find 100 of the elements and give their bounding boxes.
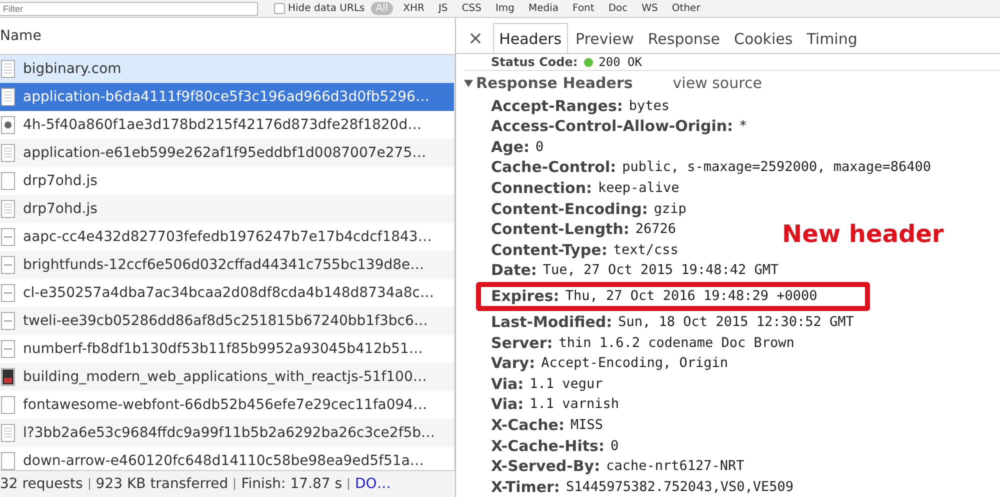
file-name: drp7ohd.js: [23, 173, 98, 189]
annotation-text: New header: [782, 220, 944, 248]
header-name: Connection:: [491, 178, 592, 197]
type-filter-button[interactable]: Font: [568, 3, 598, 14]
request-row[interactable]: drp7ohd.js: [0, 195, 454, 223]
header-value: public, s-maxage=2592000, maxage=86400: [622, 159, 931, 176]
header-value: 1.1 varnish: [530, 396, 620, 412]
header-name: Age:: [491, 138, 530, 156]
header-name: X-Served-By:: [491, 457, 600, 476]
header-value: S1445975382.752043,VS0,VE509: [566, 478, 794, 495]
request-row[interactable]: numberf-fb8df1b130df53b11f85b9952a93045b412b51…: [0, 335, 454, 363]
file-name: tweli-ee39cb05286dd86af8d5c251815b67240bb1f3bc6…: [23, 313, 428, 329]
request-row[interactable]: cl-e350257a4dba7ac34bcaa2d08df8cda4b148d8734a8c…: [0, 279, 454, 307]
file-icon: [1, 144, 15, 162]
type-filter-button[interactable]: JS: [434, 3, 452, 14]
tab[interactable]: Preview: [570, 23, 640, 54]
header-value: cache-nrt6127-NRT: [606, 458, 744, 474]
filter-field[interactable]: Filter: [0, 2, 258, 16]
file-icon: [1, 60, 15, 78]
file-name: bigbinary.com: [23, 61, 122, 77]
request-row[interactable]: fontawesome-webfont-66db52b456efe7e29cec11fa094…: [0, 391, 454, 419]
file-name: drp7ohd.js: [23, 201, 98, 217]
header-value: 26726: [635, 221, 676, 238]
view-source-link[interactable]: view source: [672, 74, 762, 92]
file-icon: [1, 88, 15, 106]
image-file-icon: [1, 368, 15, 386]
header-name: X-Cache-Hits:: [491, 436, 604, 455]
header-value: gzip: [654, 200, 686, 217]
header-name: Cache-Control:: [491, 158, 616, 176]
header-value: text/css: [613, 242, 678, 258]
type-filter-button[interactable]: Other: [668, 3, 704, 14]
header-name: Access-Control-Allow-Origin:: [491, 117, 734, 136]
tab[interactable]: Response: [642, 23, 726, 54]
type-filter-button[interactable]: CSS: [458, 3, 486, 14]
request-row[interactable]: application-b6da4111f9f80ce5f3c196ad966d3d0fb5296…: [0, 83, 454, 111]
tab[interactable]: Cookies: [728, 23, 799, 54]
request-row[interactable]: application-e61eb599e262af1f95eddbf1d0087007e275…: [0, 139, 454, 167]
request-row[interactable]: l?3bb2a6e53c9684ffdc9a99f11b5b2a6292ba26c3ce2f5b…: [0, 419, 454, 447]
header-value: *: [739, 118, 748, 134]
request-row[interactable]: building_modern_web_applications_with_reactjs-51f100…: [0, 363, 454, 391]
summary-text: Finish: 17.87 s: [241, 476, 342, 492]
request-row[interactable]: brightfunds-12ccf6e506d032cffad44341c755bc139d8e…: [0, 251, 454, 279]
header-value: Sun, 18 Oct 2015 12:30:52 GMT: [618, 314, 854, 330]
header-value: Accept-Encoding, Origin: [541, 355, 728, 372]
summary-link[interactable]: DO…: [355, 476, 391, 492]
header-name: Last-Modified:: [491, 312, 612, 331]
header-name: X-Timer:: [491, 478, 560, 496]
file-name: cl-e350257a4dba7ac34bcaa2d08df8cda4b148d8734a8c…: [23, 285, 434, 301]
file-name: down-arrow-e460120fc648d14110c58be98ea9ed5f51a…: [23, 453, 424, 469]
header-value: 200 OK: [598, 55, 642, 70]
section-title[interactable]: Response Headers: [476, 74, 633, 92]
header-name: Server:: [491, 334, 553, 352]
header-name: Vary:: [491, 354, 536, 372]
file-name: brightfunds-12ccf6e506d032cffad44341c755bc139d8e…: [23, 257, 424, 273]
file-name: numberf-fb8df1b130df53b11f85b9952a93045b412b51…: [23, 341, 423, 357]
type-filter-button[interactable]: WS: [638, 3, 662, 14]
header-name: X-Cache:: [491, 416, 564, 434]
header-value: thin 1.6.2 codename Doc Brown: [558, 334, 794, 351]
file-name: 4h-5f40a860f1ae3d178bd215f42176d873dfe28f1820d…: [23, 117, 422, 133]
header-name: Date:: [491, 261, 537, 280]
header-value: keep-alive: [598, 180, 680, 196]
file-icon: [1, 200, 15, 218]
disclosure-triangle-icon[interactable]: [464, 78, 473, 88]
header-name: Content-Length:: [491, 220, 630, 238]
file-name: application-e61eb599e262af1f95eddbf1d0087007e275…: [23, 145, 426, 161]
tab[interactable]: Timing: [800, 23, 864, 54]
request-row[interactable]: drp7ohd.js: [0, 167, 454, 195]
header-name: Accept-Ranges:: [491, 96, 623, 115]
header-value: 0: [536, 138, 544, 155]
header-name: Via:: [491, 395, 524, 414]
type-filter-button[interactable]: Doc: [604, 3, 632, 14]
header-value: MISS: [570, 416, 603, 433]
file-name: fontawesome-webfont-66db52b456efe7e29cec11fa094…: [23, 397, 428, 413]
header-value: 1.1 vegur: [530, 376, 603, 392]
tab[interactable]: Headers: [493, 23, 568, 54]
checkbox[interactable]: [274, 3, 285, 14]
request-row[interactable]: 4h-5f40a860f1ae3d178bd215f42176d873dfe28f1820d…: [0, 111, 454, 139]
header-value: 0: [610, 438, 619, 454]
request-row[interactable]: down-arrow-e460120fc648d14110c58be98ea9ed5f51a…: [0, 447, 454, 470]
file-name: application-b6da4111f9f80ce5f3c196ad966d3d0fb5296…: [23, 89, 430, 105]
summary-text: 923 KB transferred: [96, 476, 228, 492]
header-value: Thu, 27 Oct 2016 19:48:29 +0000: [565, 288, 818, 304]
file-icon: [1, 424, 15, 442]
file-icon: [1, 256, 15, 274]
file-name: aapc-cc4e432d827703fefedb1976247b7e17b4cdcf1843…: [23, 229, 432, 245]
summary-text: 32 requests: [0, 476, 83, 492]
file-name: l?3bb2a6e53c9684ffdc9a99f11b5b2a6292ba26c3ce2f5b…: [23, 425, 436, 441]
request-row[interactable]: aapc-cc4e432d827703fefedb1976247b7e17b4cdcf1843…: [0, 223, 454, 251]
header-value: Tue, 27 Oct 2015 19:48:42 GMT: [542, 262, 779, 278]
request-row[interactable]: tweli-ee39cb05286dd86af8d5c251815b67240bb1f3bc6…: [0, 307, 454, 335]
request-row[interactable]: bigbinary.com: [0, 55, 454, 83]
file-name: building_modern_web_applications_with_reactjs-51f100…: [23, 369, 427, 385]
type-filter-button[interactable]: Media: [524, 3, 563, 14]
header-name: Status Code:: [491, 55, 578, 70]
type-filter-button[interactable]: Img: [491, 3, 518, 14]
header-name: Content-Type:: [491, 240, 608, 259]
header-name: Via:: [491, 374, 524, 393]
header-name: Expires:: [491, 287, 560, 306]
file-icon: [1, 312, 15, 330]
type-filter-button[interactable]: XHR: [399, 3, 428, 14]
